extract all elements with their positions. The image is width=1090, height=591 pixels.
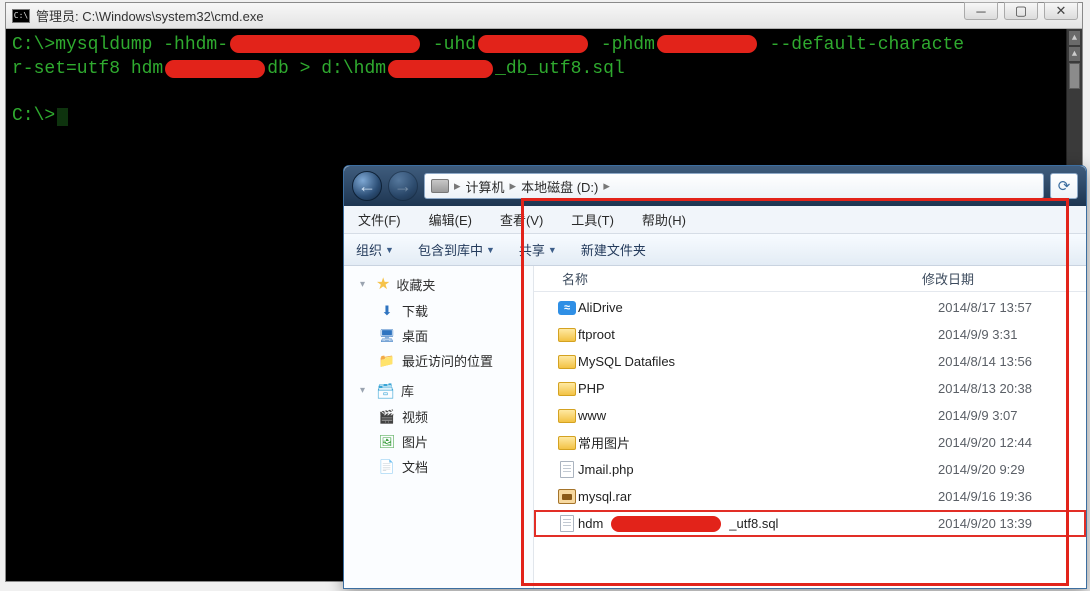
minimize-button[interactable]: ─ — [964, 2, 998, 20]
file-name: www — [578, 408, 938, 423]
file-date: 2014/8/17 13:57 — [938, 300, 1086, 315]
menu-tools[interactable]: 工具(T) — [567, 208, 618, 231]
share-button[interactable]: 共享 ▼ — [519, 240, 557, 259]
file-date: 2014/9/20 12:44 — [938, 435, 1086, 450]
file-name: MySQL Datafiles — [578, 354, 938, 369]
file-row[interactable]: MySQL Datafiles2014/8/14 13:56 — [534, 348, 1086, 375]
file-name: 常用图片 — [578, 433, 938, 452]
file-row[interactable]: PHP2014/8/13 20:38 — [534, 375, 1086, 402]
new-folder-button[interactable]: 新建文件夹 — [581, 240, 646, 259]
chevron-right-icon: ▸ — [603, 178, 610, 194]
maximize-button[interactable]: ▢ — [1004, 2, 1038, 20]
drive-icon — [431, 179, 449, 193]
explorer-menu-bar: 文件(F) 编辑(E) 查看(V) 工具(T) 帮助(H) — [344, 206, 1086, 234]
pictures-icon: 🖼 — [378, 435, 396, 449]
explorer-file-list: 名称 修改日期 ≈AliDrive2014/8/17 13:57ftproot2… — [534, 266, 1086, 588]
back-button[interactable]: ← — [352, 171, 382, 201]
file-name: mysql.rar — [578, 489, 938, 504]
nav-favorites-header[interactable]: ▾ ★ 收藏夹 — [360, 274, 533, 294]
library-icon: 🗃 — [376, 382, 395, 400]
forward-button[interactable]: → — [388, 171, 418, 201]
file-date: 2014/9/9 3:31 — [938, 327, 1086, 342]
explorer-nav-bar: ← → ▸ 计算机 ▸ 本地磁盘 (D:) ▸ ⟳ — [344, 166, 1086, 206]
nav-videos[interactable]: 🎬视频 — [378, 404, 533, 429]
file-date: 2014/8/14 13:56 — [938, 354, 1086, 369]
star-icon: ★ — [376, 274, 390, 294]
nav-documents[interactable]: 📄文档 — [378, 454, 533, 479]
cmd-title: 管理员: C:\Windows\system32\cmd.exe — [36, 6, 264, 25]
file-row[interactable]: ≈AliDrive2014/8/17 13:57 — [534, 294, 1086, 321]
menu-edit[interactable]: 编辑(E) — [425, 208, 476, 231]
column-headers: 名称 修改日期 — [534, 266, 1086, 292]
file-row[interactable]: ftproot2014/9/9 3:31 — [534, 321, 1086, 348]
file-date: 2014/8/13 20:38 — [938, 381, 1086, 396]
folder-icon — [558, 328, 576, 342]
file-date: 2014/9/9 3:07 — [938, 408, 1086, 423]
breadcrumb-drive[interactable]: 本地磁盘 (D:) — [521, 177, 598, 196]
cmd-window-buttons: ─ ▢ ✕ — [964, 2, 1078, 20]
file-name: Jmail.php — [578, 462, 938, 477]
menu-help[interactable]: 帮助(H) — [638, 208, 690, 231]
include-in-library-button[interactable]: 包含到库中 ▼ — [418, 240, 495, 259]
cmd-line-2: r-set=utf8 hdmdb > d:\hdm_db_utf8.sql — [12, 57, 1076, 81]
scroll-up-icon[interactable]: ▲ — [1069, 31, 1080, 45]
file-icon — [560, 461, 574, 478]
file-row[interactable]: hdm_utf8.sql2014/9/20 13:39 — [534, 510, 1086, 537]
file-name: hdm_utf8.sql — [578, 516, 938, 532]
video-icon: 🎬 — [378, 410, 396, 424]
folder-icon — [558, 409, 576, 423]
file-date: 2014/9/20 9:29 — [938, 462, 1086, 477]
nav-pictures[interactable]: 🖼图片 — [378, 429, 533, 454]
folder-icon — [558, 355, 576, 369]
close-button[interactable]: ✕ — [1044, 2, 1078, 20]
address-bar[interactable]: ▸ 计算机 ▸ 本地磁盘 (D:) ▸ — [424, 173, 1044, 199]
file-row[interactable]: Jmail.php2014/9/20 9:29 — [534, 456, 1086, 483]
organize-button[interactable]: 组织 ▼ — [356, 240, 394, 259]
file-row[interactable]: 常用图片2014/9/20 12:44 — [534, 429, 1086, 456]
file-date: 2014/9/16 19:36 — [938, 489, 1086, 504]
menu-file[interactable]: 文件(F) — [354, 208, 405, 231]
nav-desktop[interactable]: 🖥桌面 — [378, 323, 533, 348]
chevron-right-icon: ▸ — [510, 178, 517, 194]
documents-icon: 📄 — [378, 460, 396, 474]
recent-icon: 📁 — [378, 354, 396, 368]
nav-downloads[interactable]: ⬇下载 — [378, 298, 533, 323]
chevron-down-icon: ▾ — [360, 279, 370, 290]
cmd-line-1: C:\>mysqldump -hhdm- -uhd -phdm --defaul… — [12, 33, 1076, 57]
chevron-right-icon: ▸ — [454, 178, 461, 194]
archive-icon — [558, 489, 576, 504]
download-icon: ⬇ — [378, 304, 396, 318]
alidrive-icon: ≈ — [558, 301, 576, 315]
file-date: 2014/9/20 13:39 — [938, 516, 1086, 531]
cmd-icon — [12, 9, 30, 23]
chevron-down-icon: ▾ — [360, 385, 370, 396]
folder-icon — [558, 436, 576, 450]
col-date[interactable]: 修改日期 — [922, 269, 1086, 288]
scroll-thumb[interactable] — [1069, 63, 1080, 89]
menu-view[interactable]: 查看(V) — [496, 208, 547, 231]
file-name: PHP — [578, 381, 938, 396]
desktop-icon: 🖥 — [378, 329, 396, 343]
nav-libraries-header[interactable]: ▾ 🗃 库 — [360, 381, 533, 400]
explorer-window: ← → ▸ 计算机 ▸ 本地磁盘 (D:) ▸ ⟳ 文件(F) 编辑(E) 查看… — [343, 165, 1087, 589]
breadcrumb-computer[interactable]: 计算机 — [466, 177, 505, 196]
cmd-prompt: C:\> — [12, 104, 1076, 128]
file-name: ftproot — [578, 327, 938, 342]
file-row[interactable]: www2014/9/9 3:07 — [534, 402, 1086, 429]
explorer-nav-pane: ▾ ★ 收藏夹 ⬇下载 🖥桌面 📁最近访问的位置 ▾ 🗃 库 🎬视频 🖼图片 📄… — [344, 266, 534, 588]
scroll-page-icon[interactable]: ▲ — [1069, 47, 1080, 61]
refresh-button[interactable]: ⟳ — [1050, 173, 1078, 199]
cmd-titlebar[interactable]: 管理员: C:\Windows\system32\cmd.exe ─ ▢ ✕ — [6, 3, 1082, 29]
nav-recent[interactable]: 📁最近访问的位置 — [378, 348, 533, 373]
col-name[interactable]: 名称 — [562, 269, 922, 288]
folder-icon — [558, 382, 576, 396]
explorer-toolbar: 组织 ▼ 包含到库中 ▼ 共享 ▼ 新建文件夹 — [344, 234, 1086, 266]
file-icon — [560, 515, 574, 532]
file-name: AliDrive — [578, 300, 938, 315]
file-row[interactable]: mysql.rar2014/9/16 19:36 — [534, 483, 1086, 510]
